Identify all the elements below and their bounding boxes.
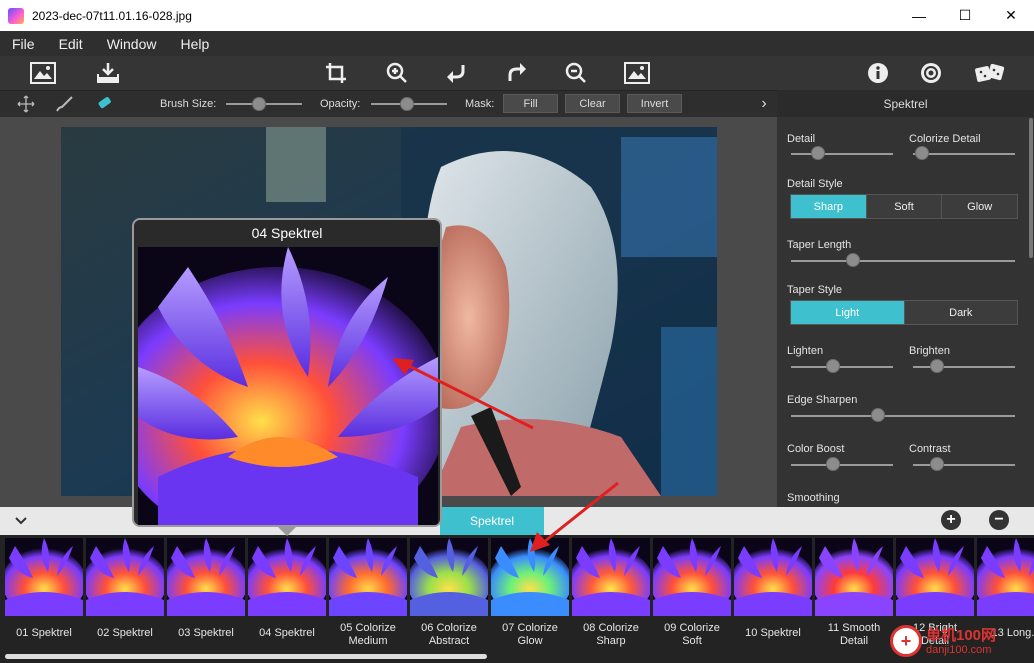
watermark-cn: 单机100网 <box>926 627 997 644</box>
annotation-arrows <box>392 358 619 552</box>
annotation-arrowhead-2 <box>530 532 550 552</box>
watermark: + 单机100网 danji100.com <box>888 620 1034 663</box>
annotation-arrow-2 <box>539 481 619 547</box>
watermark-logo: + <box>890 625 922 657</box>
watermark-url: danji100.com <box>926 644 992 656</box>
annotation-arrow-1 <box>402 361 534 430</box>
